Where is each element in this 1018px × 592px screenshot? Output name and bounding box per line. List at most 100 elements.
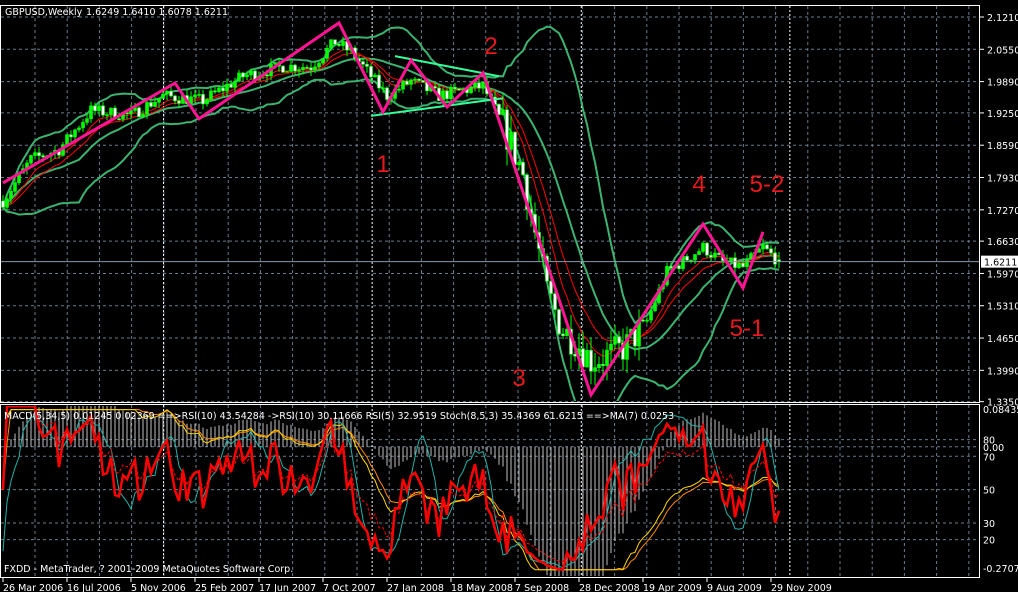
candle-body [377,74,381,89]
candle-body [733,257,737,268]
candle-body [293,64,297,72]
price-pane-border [0,5,980,403]
candle-body [401,80,405,90]
candle-body [85,118,89,123]
candle-body [641,319,645,322]
candle-body [29,155,33,164]
candle-body [129,110,133,114]
wave-label: 3 [512,365,525,392]
candle-body [273,62,277,65]
candle-body [589,349,593,372]
x-tick-label: 28 Dec 2008 [579,583,640,592]
ohlc-readout: 1.6249 1.6410 1.6078 1.6211 [86,7,228,18]
candle-body [737,262,741,268]
candle-body [421,80,425,83]
x-tick-label: 27 Jan 2008 [387,583,444,592]
candle-body [81,122,85,129]
y-tick-label: 1.9250 [987,109,1018,120]
x-tick-label: 26 Mar 2006 [3,583,63,592]
y-tick-label: 1.5970 [987,269,1018,280]
candle-body [225,84,229,92]
y-tick-label: 1.7270 [987,206,1018,217]
candle-body [161,93,165,99]
candle-body [741,262,745,267]
candle-body [601,364,605,366]
candle-body [101,105,105,116]
candle-body [233,80,237,88]
candle-body [329,39,333,49]
candle-body [69,134,73,138]
candle-body [693,254,697,261]
current-price-label: 1.6211 [984,258,1017,269]
y-tick-label: 1.6630 [987,237,1018,248]
indicator-level-label: 70 [983,452,995,463]
candle-body [117,118,121,121]
candle-body [553,293,557,310]
candle-body [313,66,317,71]
candle-body [597,364,601,368]
candle-body [669,266,673,269]
candle-body [709,254,713,258]
candle-body [141,114,145,118]
price-pane[interactable]: 1 2 3 4 5-2 5-1 [1,20,979,427]
candle-body [209,90,213,100]
candle-body [237,72,241,82]
candle-body [153,101,157,107]
candle-body [217,87,221,93]
candle-body [713,252,717,258]
candle-body [229,84,233,88]
candle-body [265,74,269,77]
candle-body [677,265,681,269]
candle-body [89,105,93,120]
candle-body [157,98,161,103]
candle-body [477,82,481,89]
y-tick-label: 1.8590 [987,141,1018,152]
candle-body [197,94,201,96]
candle-body [77,127,81,131]
candle-body [249,70,253,76]
candle-body [769,248,773,254]
candle-body [301,67,305,70]
candle-body [221,87,225,92]
candle-body [245,74,249,78]
candle-body [405,80,409,85]
candle-body [5,198,9,208]
candle-body [373,74,377,78]
y-tick-label: 2.0550 [987,45,1018,56]
candle-body [409,79,413,85]
candle-body [321,58,325,64]
candle-body [765,244,769,250]
x-tick-label: 19 Apr 2009 [643,583,702,592]
candle-body [617,336,621,344]
zigzag-line [2,20,765,399]
candle-body [333,39,337,45]
indicator-level-label: 50 [983,486,995,497]
candle-body [9,190,13,200]
macd-tick-label: 0.00 [983,443,1004,454]
wave-label: 5-2 [750,171,785,198]
candle-body [205,99,209,105]
candle-body [109,107,113,115]
candle-body [413,78,417,81]
wave-label: 2 [484,33,497,60]
indicator-pane[interactable] [1,393,781,592]
candle-body [585,349,589,368]
candle-body [149,102,153,107]
candle-body [381,87,385,90]
candle-body [457,88,461,91]
y-tick-label: 1.7930 [987,174,1018,185]
indicator-level-label: 20 [983,536,995,547]
indicator-legend: MACD(5,34,5) 0.01245 0.02369 ==>RSI(10) … [4,411,674,422]
candle-body [561,333,565,336]
x-tick-label: 29 Nov 2009 [771,583,832,592]
candle-body [605,349,609,366]
candle-body [453,87,457,90]
candle-body [93,105,97,112]
candle-body [337,44,341,46]
candle-body [593,367,597,372]
candle-body [449,87,453,100]
candle-body [165,90,169,95]
candle-body [177,100,181,104]
candle-body [289,64,293,72]
candle-body [397,88,401,91]
